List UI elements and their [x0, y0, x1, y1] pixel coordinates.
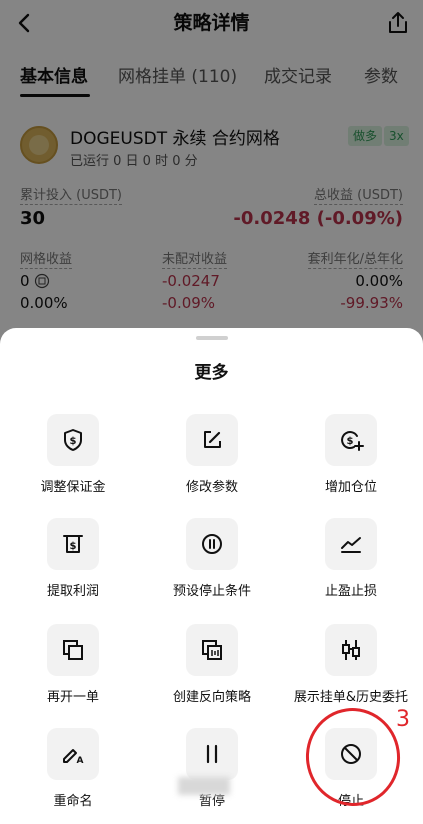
- rename-button[interactable]: A 重命名: [3, 728, 143, 818]
- sheet-title: 更多: [194, 363, 229, 383]
- withdraw-icon: $: [63, 535, 83, 553]
- rename-icon: A: [63, 749, 84, 766]
- candlestick-icon: [342, 640, 360, 660]
- svg-text:$: $: [70, 436, 77, 447]
- blurred-region: [178, 777, 230, 795]
- reverse-icon: [202, 640, 222, 660]
- sheet-drag-handle[interactable]: [196, 336, 228, 340]
- withdraw-profit-button[interactable]: $ 提取利润: [3, 518, 143, 608]
- preset-stop-condition-button[interactable]: 预设停止条件: [142, 518, 282, 608]
- adjust-margin-button[interactable]: $ 调整保证金: [3, 414, 143, 504]
- svg-text:$: $: [70, 541, 77, 552]
- add-position-button[interactable]: $ 增加仓位: [281, 414, 421, 504]
- pause-button[interactable]: 暂停: [142, 728, 282, 818]
- create-reverse-strategy-button[interactable]: 创建反向策略: [142, 624, 282, 714]
- modify-params-button[interactable]: 修改参数: [142, 414, 282, 504]
- pause-circle-icon: [202, 534, 222, 554]
- duplicate-icon: [63, 640, 83, 660]
- edit-icon: [204, 431, 221, 448]
- pause-icon: [206, 744, 218, 764]
- show-orders-history-button[interactable]: 展示挂单&历史委托: [281, 624, 421, 714]
- annotation-number: 3: [396, 707, 410, 732]
- svg-text:A: A: [77, 756, 84, 766]
- svg-text:$: $: [347, 436, 354, 447]
- shield-dollar-icon: $: [64, 429, 82, 451]
- take-profit-stop-loss-button[interactable]: 止盈止损: [281, 518, 421, 608]
- reopen-order-button[interactable]: 再开一单: [3, 624, 143, 714]
- coin-plus-icon: $: [341, 431, 364, 451]
- trend-line-icon: [341, 537, 361, 553]
